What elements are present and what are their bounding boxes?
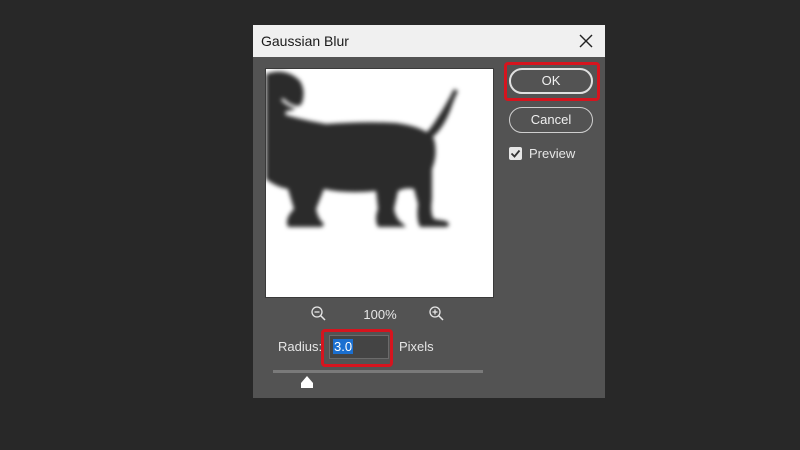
- zoom-out-icon[interactable]: [310, 305, 328, 323]
- preview-label: Preview: [529, 146, 576, 161]
- radius-slider-track[interactable]: [273, 370, 483, 373]
- radius-value: 3.0: [333, 339, 354, 354]
- radius-slider-thumb[interactable]: [300, 375, 313, 388]
- cancel-button[interactable]: Cancel: [509, 107, 593, 133]
- zoom-controls: 100%: [265, 305, 492, 325]
- radius-unit: Pixels: [399, 339, 434, 354]
- checkmark-icon: [510, 149, 521, 158]
- zoom-level: 100%: [363, 307, 397, 322]
- radius-label: Radius:: [278, 339, 323, 354]
- ok-button[interactable]: OK: [509, 68, 593, 94]
- dialog-titlebar: Gaussian Blur: [253, 25, 605, 57]
- preview-area[interactable]: [265, 68, 494, 298]
- dog-silhouette-image: [266, 71, 458, 227]
- preview-checkbox[interactable]: [509, 147, 522, 160]
- radius-input[interactable]: 3.0: [329, 335, 389, 359]
- gaussian-blur-dialog: Gaussian Blur 100% Radius: 3.0 Pixels OK…: [253, 25, 605, 398]
- close-icon[interactable]: [577, 32, 595, 50]
- zoom-in-icon[interactable]: [428, 305, 446, 323]
- dialog-title: Gaussian Blur: [261, 33, 349, 49]
